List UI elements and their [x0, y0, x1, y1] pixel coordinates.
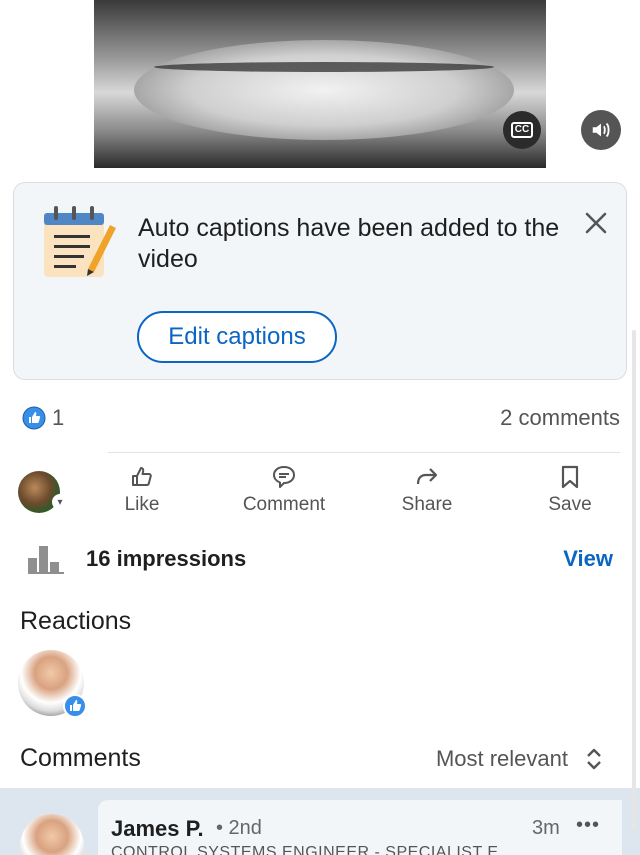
comment-icon: [273, 466, 295, 488]
video-player[interactable]: [94, 0, 546, 168]
bar-chart-icon: [28, 546, 64, 574]
like-reaction-icon: [63, 694, 87, 718]
comment-item: James P. • 2nd 3m ••• CONTROL SYSTEMS EN…: [0, 788, 640, 855]
share-button[interactable]: Share: [367, 464, 487, 520]
save-button[interactable]: Save: [510, 464, 630, 520]
cc-icon: CC: [510, 122, 534, 138]
close-icon[interactable]: [582, 209, 610, 237]
like-count[interactable]: 1: [52, 405, 64, 431]
like-reaction-icon[interactable]: [22, 406, 46, 430]
more-options-icon[interactable]: •••: [576, 814, 600, 837]
view-analytics-link[interactable]: View: [563, 546, 613, 572]
comments-heading: Comments: [20, 744, 141, 772]
auto-captions-card: Auto captions have been added to the vid…: [13, 182, 627, 380]
social-counts: 1 2 comments: [20, 402, 620, 434]
share-icon: [416, 468, 438, 485]
avatar[interactable]: [20, 814, 84, 855]
commenter-headline: CONTROL SYSTEMS ENGINEER - SPECIALIST E: [111, 844, 499, 855]
edit-captions-button[interactable]: Edit captions: [137, 311, 337, 363]
comment-bubble: James P. • 2nd 3m ••• CONTROL SYSTEMS EN…: [98, 800, 622, 855]
divider: [108, 452, 620, 453]
comments-count[interactable]: 2 comments: [500, 405, 620, 431]
connection-degree: • 2nd: [216, 817, 262, 839]
closed-captions-button[interactable]: CC: [503, 111, 541, 149]
impressions-count: 16 impressions: [86, 546, 247, 571]
video-frame: [134, 40, 514, 140]
volume-button[interactable]: [581, 110, 621, 150]
comment-button[interactable]: Comment: [224, 464, 344, 520]
volume-icon: [592, 122, 610, 138]
caption-message: Auto captions have been added to the vid…: [138, 214, 560, 273]
scrollbar[interactable]: [632, 330, 636, 830]
comment-timestamp: 3m: [532, 817, 560, 839]
sort-icon[interactable]: [584, 746, 604, 772]
notepad-icon: [44, 206, 116, 277]
like-icon: [132, 467, 152, 486]
chevron-down-icon[interactable]: ▾: [52, 494, 68, 510]
bookmark-icon: [561, 465, 579, 489]
commenter-name[interactable]: James P.: [111, 816, 204, 842]
sort-dropdown[interactable]: Most relevant: [436, 746, 568, 772]
like-button[interactable]: Like: [82, 464, 202, 520]
reactions-heading: Reactions: [20, 607, 132, 635]
